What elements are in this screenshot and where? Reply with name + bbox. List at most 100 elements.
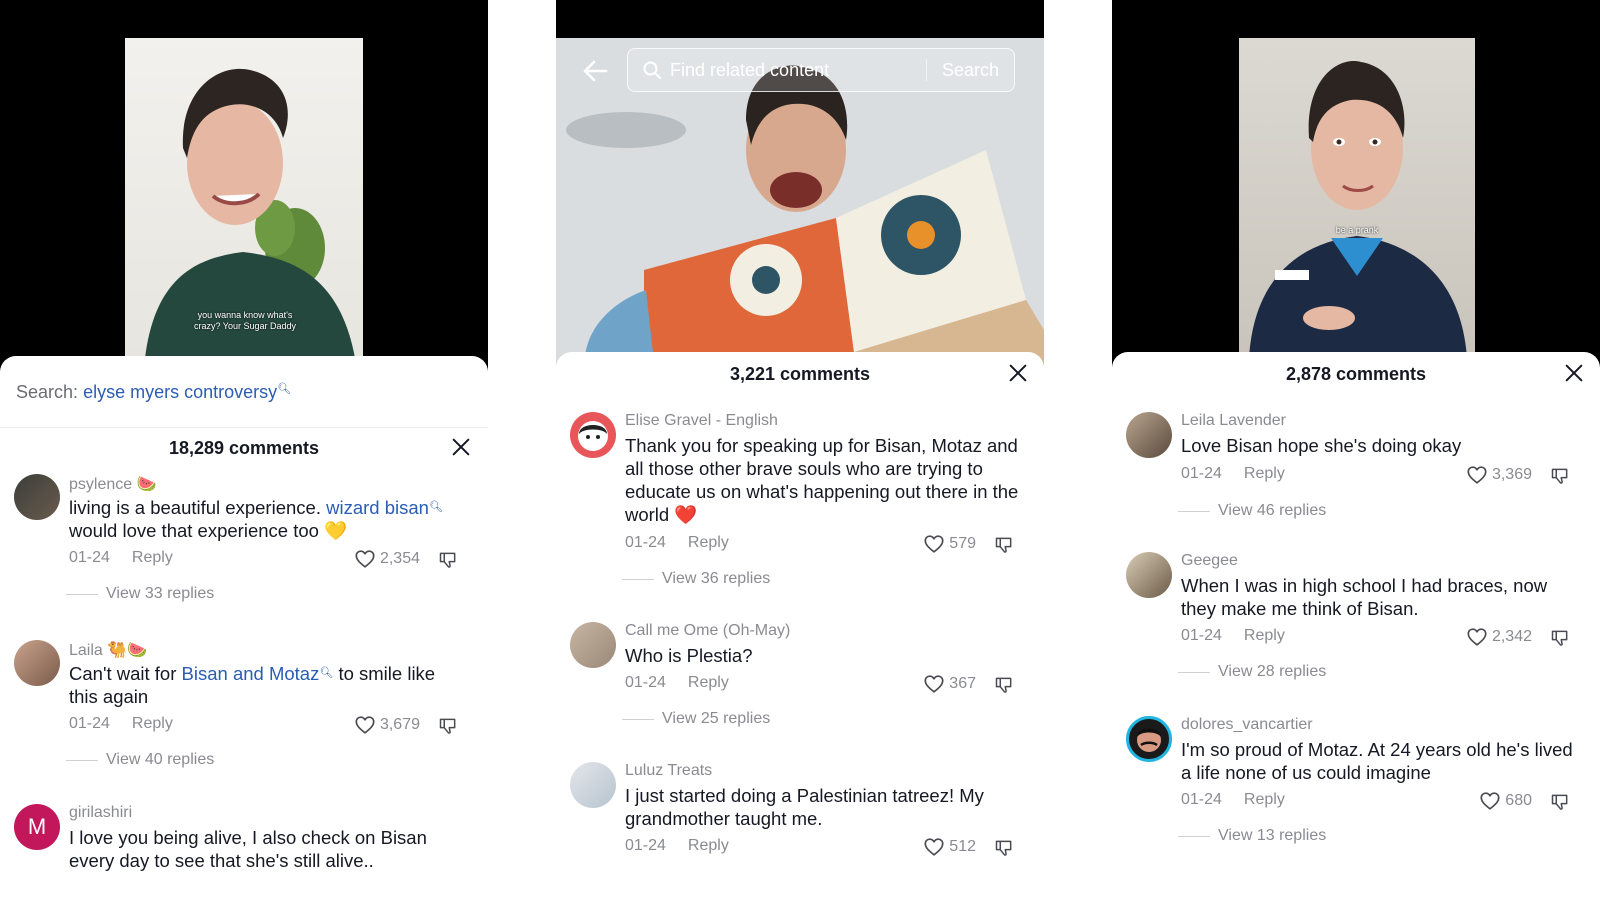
reply-button[interactable]: Reply	[688, 674, 729, 691]
like-button[interactable]: 367	[923, 673, 976, 695]
search-input[interactable]: Find related content	[670, 60, 829, 81]
panel-2: Find related content Search 3,221 commen…	[556, 0, 1044, 900]
like-button[interactable]: 2,342	[1466, 626, 1532, 648]
video-player[interactable]: you wanna know what's crazy? Your Sugar …	[0, 0, 488, 380]
like-count: 2,342	[1491, 628, 1532, 645]
like-button[interactable]: 680	[1479, 790, 1532, 812]
comment-username[interactable]: Elise Gravel - English	[625, 412, 778, 430]
reply-button[interactable]: Reply	[132, 549, 173, 566]
video-player[interactable]: Find related content Search	[556, 0, 1044, 380]
video-player[interactable]: be a prank	[1112, 0, 1600, 380]
reply-button[interactable]: Reply	[132, 715, 173, 732]
close-icon[interactable]	[450, 436, 472, 458]
avatar[interactable]	[1126, 716, 1172, 762]
view-replies-label: View 33 replies	[106, 585, 215, 602]
avatar[interactable]	[1126, 412, 1172, 458]
comments-sheet: Search: elyse myers controversy🔍︎ 18,289…	[0, 356, 488, 900]
comment-username[interactable]: Geegee	[1181, 552, 1238, 570]
search-query-link[interactable]: elyse myers controversy	[83, 382, 277, 402]
search-link[interactable]: Bisan and Motaz	[182, 663, 320, 684]
comment-username[interactable]: dolores_vancartier	[1181, 716, 1313, 734]
comment-meta: 01-24 Reply	[1181, 791, 1285, 809]
close-icon[interactable]	[1007, 362, 1029, 384]
divider	[1178, 510, 1210, 512]
comment-username[interactable]: Call me Ome (Oh-May)	[625, 622, 790, 640]
reply-button[interactable]: Reply	[1244, 791, 1285, 808]
avatar[interactable]	[570, 762, 616, 808]
search-suggestion[interactable]: Search: elyse myers controversy🔍︎	[16, 382, 291, 403]
comment-username[interactable]: girilashiri	[69, 804, 132, 822]
avatar[interactable]: M	[14, 804, 60, 850]
dislike-icon[interactable]	[1550, 792, 1570, 812]
comment-text-part: living is a beautiful experience.	[69, 497, 327, 518]
search-label: Search:	[16, 382, 79, 402]
like-button[interactable]: 579	[923, 533, 976, 555]
status-bar	[556, 0, 1044, 38]
heart-icon	[354, 548, 376, 570]
reply-button[interactable]: Reply	[1244, 465, 1285, 482]
search-icon: 🔍︎	[319, 667, 334, 679]
comment-date: 01-24	[625, 534, 666, 551]
view-replies-button[interactable]: View 25 replies	[622, 710, 770, 728]
like-count: 367	[949, 675, 976, 692]
comment-text: I'm so proud of Motaz. At 24 years old h…	[1181, 739, 1573, 783]
dislike-icon[interactable]	[438, 550, 458, 570]
comment-username[interactable]: Leila Lavender	[1181, 412, 1286, 430]
comment-username[interactable]: psylence 🍉	[69, 474, 157, 494]
reply-button[interactable]: Reply	[688, 534, 729, 551]
comment-meta: 01-24 Reply	[625, 674, 729, 692]
divider	[66, 593, 98, 595]
view-replies-button[interactable]: View 33 replies	[66, 585, 214, 603]
like-button[interactable]: 3,369	[1466, 464, 1532, 486]
divider	[66, 759, 98, 761]
like-count: 680	[1505, 792, 1532, 809]
avatar[interactable]	[570, 412, 616, 458]
avatar[interactable]	[570, 622, 616, 668]
comments-sheet: 2,878 comments Leila Lavender Love Bisan…	[1112, 352, 1600, 900]
search-button[interactable]: Search	[942, 60, 999, 81]
dislike-icon[interactable]	[1550, 466, 1570, 486]
dislike-icon[interactable]	[994, 675, 1014, 695]
search-icon	[643, 61, 661, 79]
dislike-icon[interactable]	[1550, 628, 1570, 648]
view-replies-button[interactable]: View 40 replies	[66, 751, 214, 769]
comment-username[interactable]: Laila 🐫🍉	[69, 640, 147, 660]
divider	[1178, 835, 1210, 837]
heart-icon	[923, 533, 945, 555]
avatar-letter: M	[27, 814, 47, 839]
like-count: 3,679	[379, 716, 420, 733]
view-replies-button[interactable]: View 36 replies	[622, 570, 770, 588]
avatar[interactable]	[14, 640, 60, 686]
heart-icon	[1479, 790, 1501, 812]
avatar[interactable]	[1126, 552, 1172, 598]
comment-date: 01-24	[69, 549, 110, 566]
back-arrow-icon[interactable]	[580, 56, 610, 86]
flower-white-square	[881, 195, 961, 275]
comment-count: 2,878 comments	[1285, 364, 1427, 384]
view-replies-label: View 28 replies	[1218, 663, 1327, 680]
like-button[interactable]: 3,679	[354, 714, 420, 736]
like-count: 2,354	[379, 550, 420, 567]
dislike-icon[interactable]	[994, 535, 1014, 555]
comment-meta: 01-24 Reply	[1181, 627, 1285, 645]
search-bar[interactable]: Find related content Search	[627, 48, 1015, 92]
dislike-icon[interactable]	[994, 838, 1014, 858]
reply-button[interactable]: Reply	[688, 837, 729, 854]
divider	[622, 718, 654, 720]
comment-username[interactable]: Luluz Treats	[625, 762, 712, 780]
like-button[interactable]: 512	[923, 836, 976, 858]
comment-meta: 01-24 Reply	[69, 715, 173, 733]
view-replies-button[interactable]: View 13 replies	[1178, 827, 1326, 845]
dislike-icon[interactable]	[438, 716, 458, 736]
like-button[interactable]: 2,354	[354, 548, 420, 570]
reply-button[interactable]: Reply	[1244, 627, 1285, 644]
avatar[interactable]	[14, 474, 60, 520]
view-replies-button[interactable]: View 28 replies	[1178, 663, 1326, 681]
view-replies-button[interactable]: View 46 replies	[1178, 502, 1326, 520]
avatar-illustration	[1137, 728, 1161, 752]
search-link[interactable]: wizard bisan	[326, 497, 429, 518]
comments-sheet: 3,221 comments Elise Gravel - English Th…	[556, 352, 1044, 900]
panel-1: you wanna know what's crazy? Your Sugar …	[0, 0, 488, 900]
comment-text: I love you being alive, I also check on …	[69, 827, 427, 871]
close-icon[interactable]	[1563, 362, 1585, 384]
